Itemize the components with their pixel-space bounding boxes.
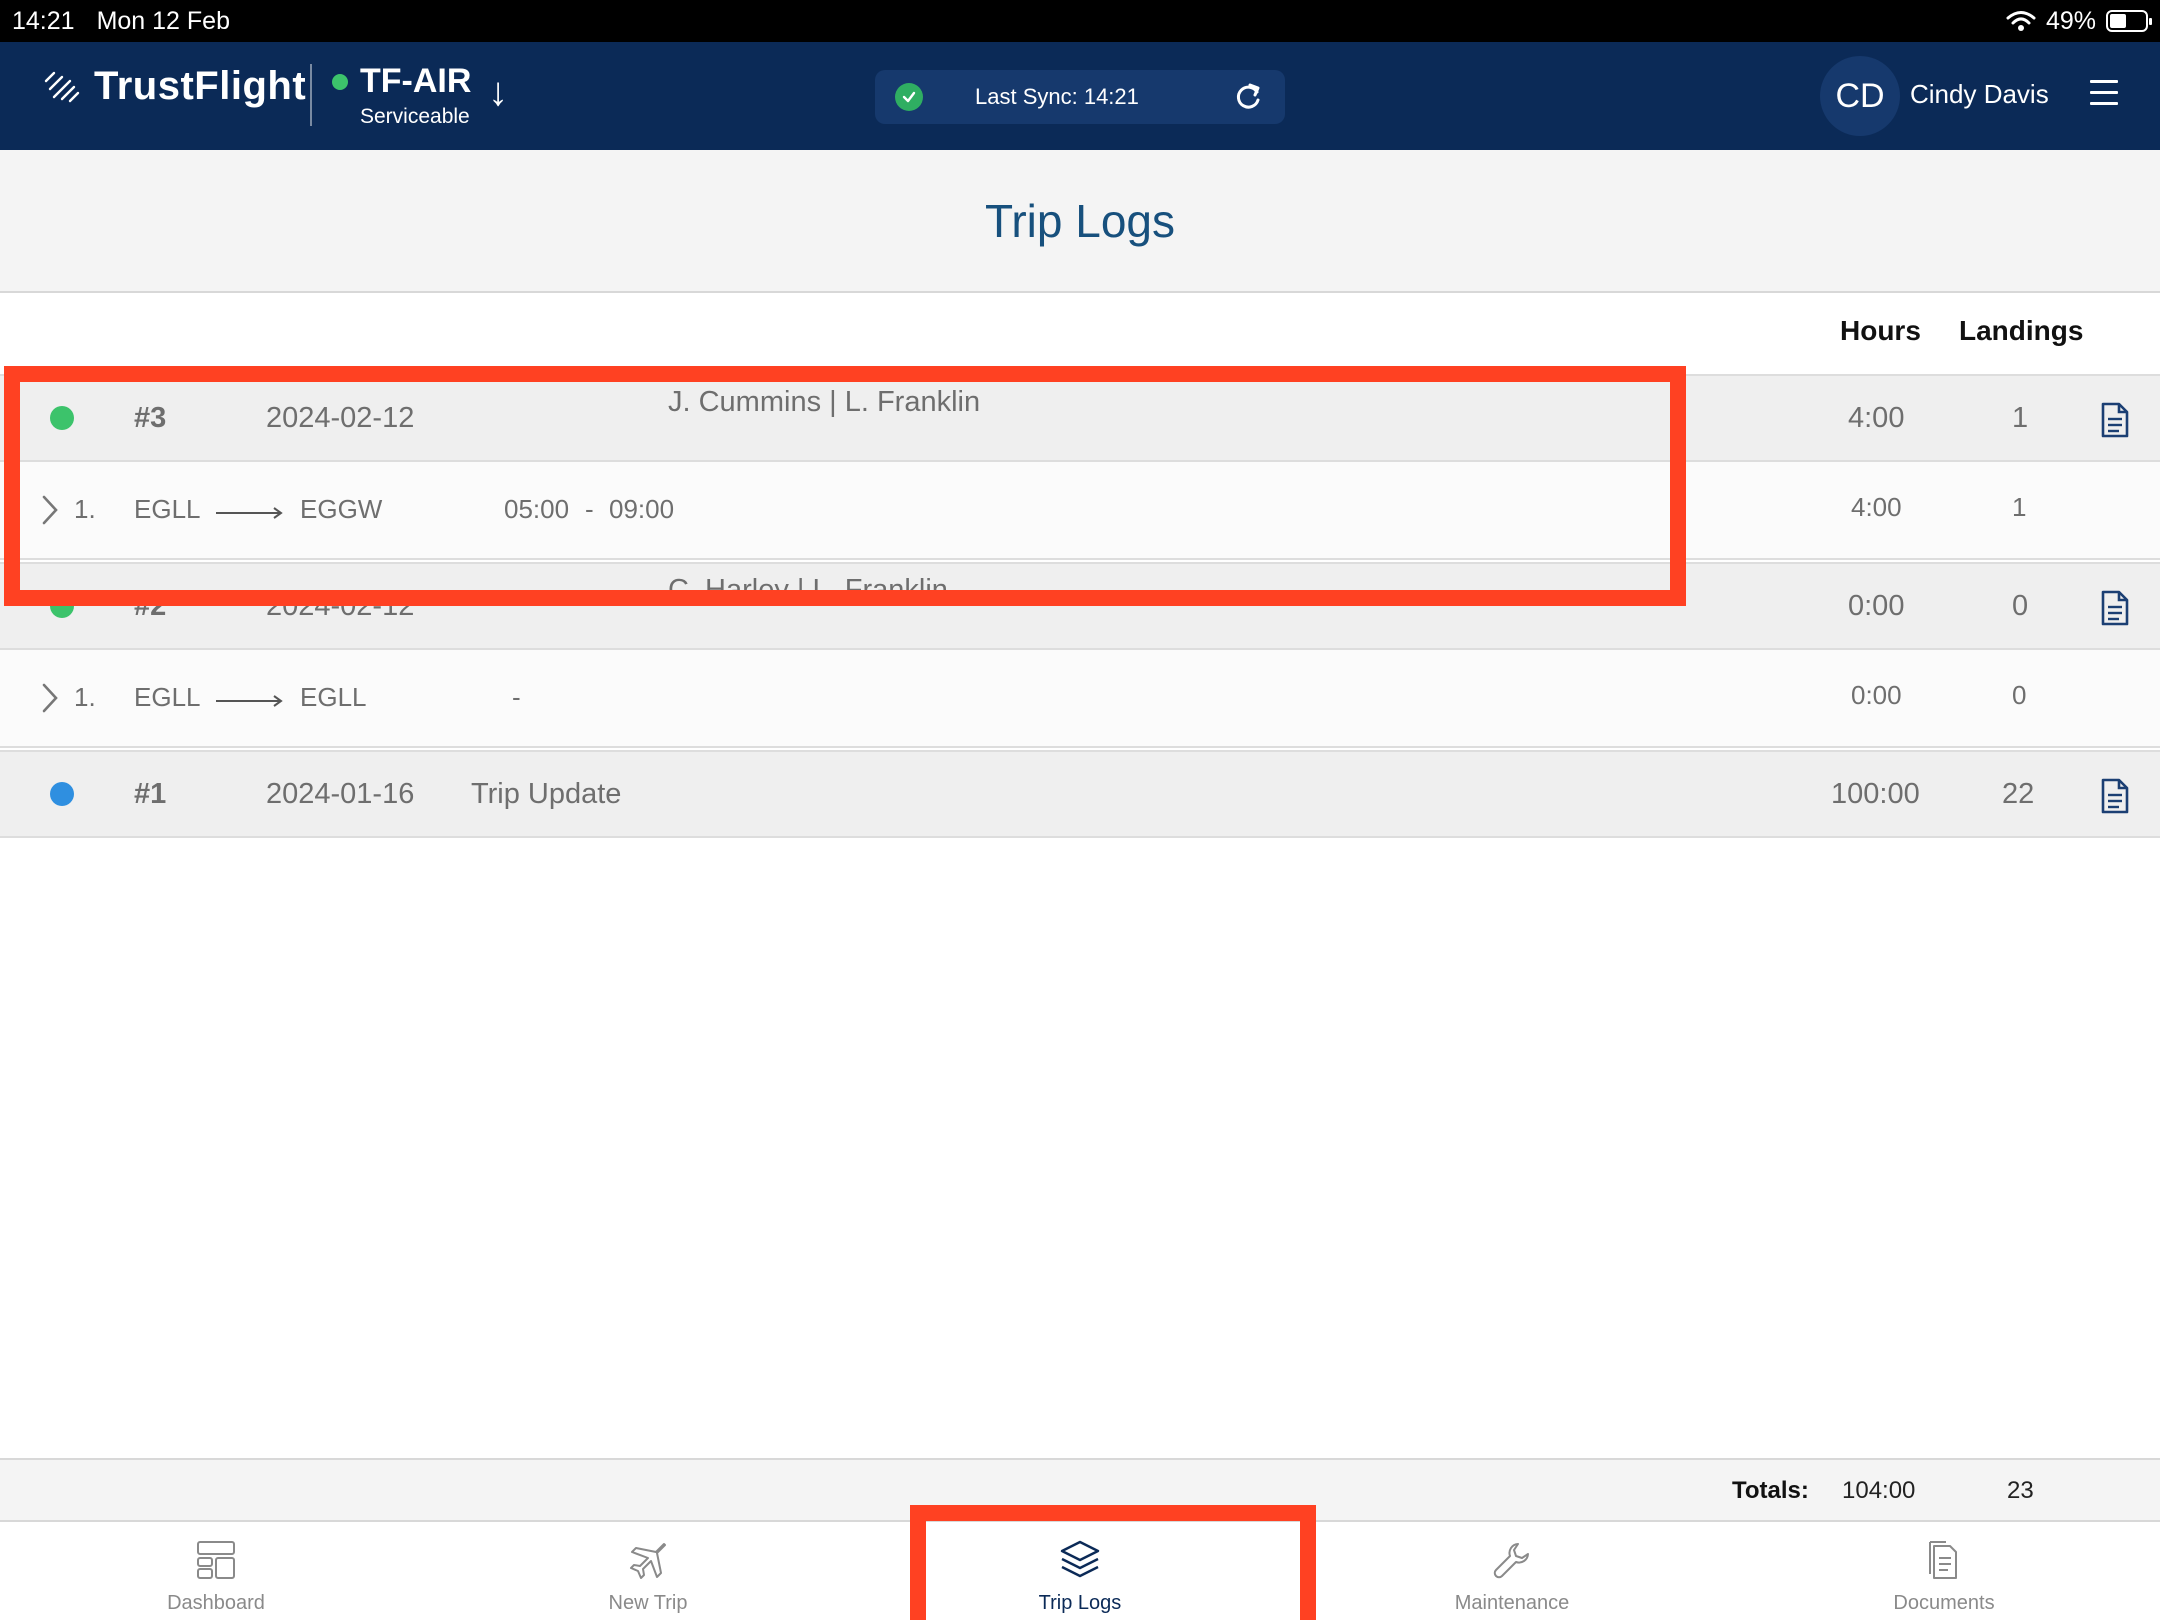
document-icon[interactable] [2099,590,2131,626]
hamburger-menu-icon[interactable] [2090,80,2118,108]
documents-icon [1929,1541,1957,1579]
totals-hours: 104:00 [1842,1477,1916,1504]
tab-new-trip[interactable]: New Trip [432,1522,864,1620]
trip-date: 2024-02-12 [266,590,415,622]
trip-hours: 0:00 [1848,590,1905,622]
trip-crew: C. Harley | L. Franklin [668,574,948,606]
trip-date: 2024-02-12 [266,402,415,434]
status-date: Mon 12 Feb [96,6,230,35]
leg-hours: 0:00 [1851,680,1902,710]
wifi-icon [2006,11,2036,31]
trip-crew: Trip Update [471,778,622,810]
trip-status-dot [50,406,74,430]
leg-end-time: 09:00 [609,494,675,524]
leg-index: 1. [74,682,96,712]
column-header-landings: Landings [1959,315,2084,346]
tab-maintenance[interactable]: Maintenance [1296,1522,1728,1620]
brand-name: TrustFlight [94,64,307,108]
app-header: TrustFlight TF-AIR Serviceable ↓ Last Sy… [0,42,2160,150]
document-icon[interactable] [2099,402,2131,438]
trip-crew: J. Cummins | L. Franklin [668,386,981,418]
battery-icon [2106,10,2152,32]
page-title: Trip Logs [984,194,1176,247]
trip-row[interactable]: #2 2024-02-12 C. Harley | L. Franklin 0:… [0,562,2160,650]
last-sync-text: Last Sync: 14:21 [975,84,1139,109]
tab-label: Dashboard [167,1592,265,1614]
aircraft-reg-text: TF-AIR [360,62,472,100]
aircraft-status-dot [332,73,348,90]
trip-row[interactable]: #3 2024-02-12 J. Cummins | L. Franklin 4… [0,374,2160,462]
sync-status: Last Sync: 14:21 [875,70,1285,124]
tab-bar: Dashboard New Trip Trip Logs Maintenance [0,1520,2160,1620]
leg-start-time: 05:00 [504,494,570,524]
status-bar: 14:21 Mon 12 Feb 49% [0,0,2160,42]
chevron-right-icon[interactable] [40,682,60,714]
leg-to: EGLL [300,682,367,712]
airplane-icon [630,1543,666,1579]
battery-percent: 49% [2045,6,2096,35]
route-arrow-icon [216,695,283,707]
brand: TrustFlight [42,64,306,109]
totals-bar: Totals: 104:00 23 [0,1458,2160,1520]
trustflight-logo-icon [44,71,80,102]
trip-landings: 1 [2012,402,2029,434]
status-time: 14:21 [12,6,75,35]
totals-label: Totals: [1732,1477,1809,1504]
leg-hours: 4:00 [1851,492,1902,522]
leg-landings: 1 [2012,492,2027,522]
document-icon[interactable] [2099,778,2131,814]
leg-landings: 0 [2012,680,2027,710]
trip-status-dot [50,594,74,618]
leg-row[interactable]: 1. EGLL EGLL - 0:00 0 [0,650,2160,748]
trip-hours: 100:00 [1831,778,1920,810]
trip-landings: 0 [2012,590,2029,622]
route-arrow-icon [216,507,283,519]
leg-row[interactable]: 1. EGLL EGGW 05:00 - 09:00 4:00 1 [0,462,2160,560]
totals-landings: 23 [2007,1477,2034,1504]
aircraft-status: Serviceable [360,105,470,128]
tab-label: Documents [1893,1592,1995,1614]
trip-row[interactable]: #1 2024-01-16 Trip Update 100:00 22 [0,750,2160,838]
tab-label: New Trip [608,1592,688,1614]
avatar[interactable]: CD [1820,56,1900,136]
title-bar: Trip Logs [0,150,2160,293]
wrench-icon [1493,1543,1529,1579]
dashboard-icon [197,1541,235,1579]
trip-number: #1 [134,778,167,810]
trip-status-dot [50,782,74,806]
leg-time-separator: - [512,682,521,712]
column-header-hours: Hours [1840,315,1921,346]
trip-number: #2 [134,590,167,622]
header-divider [310,64,312,126]
tab-label: Maintenance [1454,1592,1570,1614]
refresh-icon[interactable] [1231,80,1265,114]
leg-index: 1. [74,494,96,524]
trip-number: #3 [134,402,167,434]
aircraft-registration: TF-AIR [332,62,471,101]
leg-time-separator: - [585,494,594,524]
aircraft-selector[interactable]: TF-AIR Serviceable [332,62,471,129]
tab-trip-logs[interactable]: Trip Logs [864,1522,1296,1620]
user-name[interactable]: Cindy Davis [1910,79,2049,110]
status-right: 49% [2006,6,2152,36]
chevron-right-icon[interactable] [40,494,60,526]
leg-from: EGLL [134,494,201,524]
check-circle-icon [895,83,923,111]
trip-landings: 22 [2002,778,2035,810]
arrow-down-icon[interactable]: ↓ [488,72,508,112]
tab-documents[interactable]: Documents [1728,1522,2160,1620]
layers-icon [1060,1540,1100,1578]
tab-dashboard[interactable]: Dashboard [0,1522,432,1620]
leg-from: EGLL [134,682,201,712]
trip-date: 2024-01-16 [266,778,415,810]
tab-label: Trip Logs [1038,1592,1122,1614]
trip-hours: 4:00 [1848,402,1905,434]
leg-to: EGGW [300,494,383,524]
